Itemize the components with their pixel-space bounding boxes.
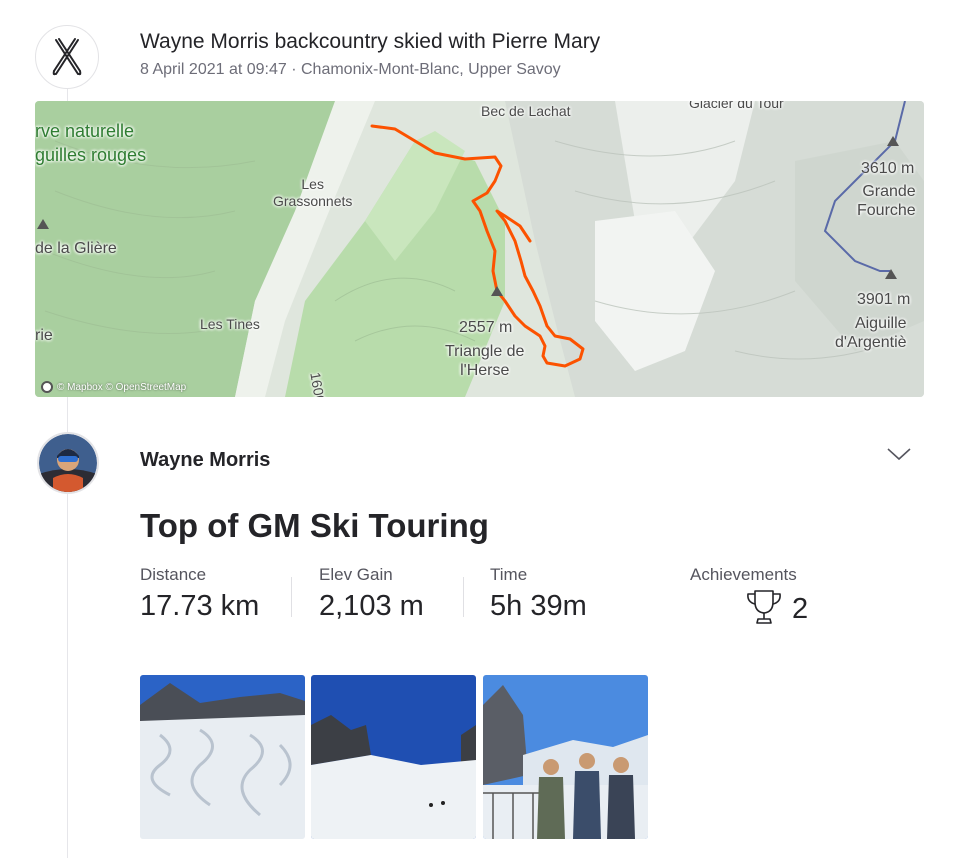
map-attribution-text: © Mapbox © OpenStreetMap xyxy=(57,381,187,393)
stat-label: Distance xyxy=(140,565,207,584)
activity-title[interactable]: Top of GM Ski Touring xyxy=(140,507,489,545)
mapbox-logo-icon xyxy=(41,381,53,393)
trophy-icon xyxy=(744,588,784,631)
stat-elev-gain: Elev Gain 2,103 m xyxy=(319,565,424,623)
stat-distance: Distance 17.73 km xyxy=(140,565,259,623)
map-label-aiguille-elevation: 3901 m xyxy=(857,291,911,308)
map-label-grande-fourche-elevation: 3610 m xyxy=(861,160,915,177)
activity-photo[interactable] xyxy=(311,675,476,839)
chevron-down-icon[interactable] xyxy=(886,444,912,464)
map-label-glacier-du-tour: Glacier du Tour xyxy=(689,101,784,111)
stat-label: Time xyxy=(490,565,528,584)
map-label-triangle-elevation: 2557 m xyxy=(459,319,513,336)
stat-value: 17.73 km xyxy=(140,590,260,622)
map-label-reserve-naturelle: rve naturelle xyxy=(35,121,135,141)
map-label-triangle-de-lherse: Triangle de l'Herse xyxy=(445,343,525,380)
stat-time: Time 5h 39m xyxy=(490,565,587,623)
map-label-de-la-gliere: de la Glière xyxy=(35,240,117,257)
map-label-aiguilles-rouges: guilles rouges xyxy=(35,145,147,165)
map-attribution[interactable]: © Mapbox © OpenStreetMap xyxy=(41,381,186,393)
athlete-name[interactable]: Wayne Morris xyxy=(140,449,270,472)
stat-label: Elev Gain xyxy=(319,565,393,584)
map-label-les-grassonnets: Les Grassonnets xyxy=(273,176,353,209)
route-map[interactable]: Bec de Lachat Glacier du Tour rve nature… xyxy=(35,101,924,397)
stat-value: 5h 39m xyxy=(490,590,587,622)
stat-divider xyxy=(291,577,292,617)
stat-divider xyxy=(463,577,464,617)
activity-photo[interactable] xyxy=(140,675,305,839)
map-label-bec-de-lachat: Bec de Lachat xyxy=(481,103,571,119)
stat-label: Achievements xyxy=(690,565,797,584)
map-label-rie: rie xyxy=(35,327,53,344)
stat-value: 2,103 m xyxy=(319,590,424,622)
achievements-count: 2 xyxy=(792,593,809,625)
map-label-aiguille-dargentiere: Aiguille d'Argentiè xyxy=(835,315,907,352)
activity-header-title[interactable]: Wayne Morris backcountry skied with Pier… xyxy=(140,30,600,54)
map-label-grande-fourche: Grande Fourche xyxy=(857,183,916,220)
stat-achievements[interactable]: Achievements 2 xyxy=(690,565,808,631)
backcountry-ski-icon xyxy=(35,25,99,89)
activity-photo[interactable] xyxy=(483,675,648,839)
avatar[interactable] xyxy=(37,432,99,494)
activity-date-location: 8 April 2021 at 09:47 · Chamonix-Mont-Bl… xyxy=(140,61,561,78)
map-label-les-tines: Les Tines xyxy=(200,316,260,332)
